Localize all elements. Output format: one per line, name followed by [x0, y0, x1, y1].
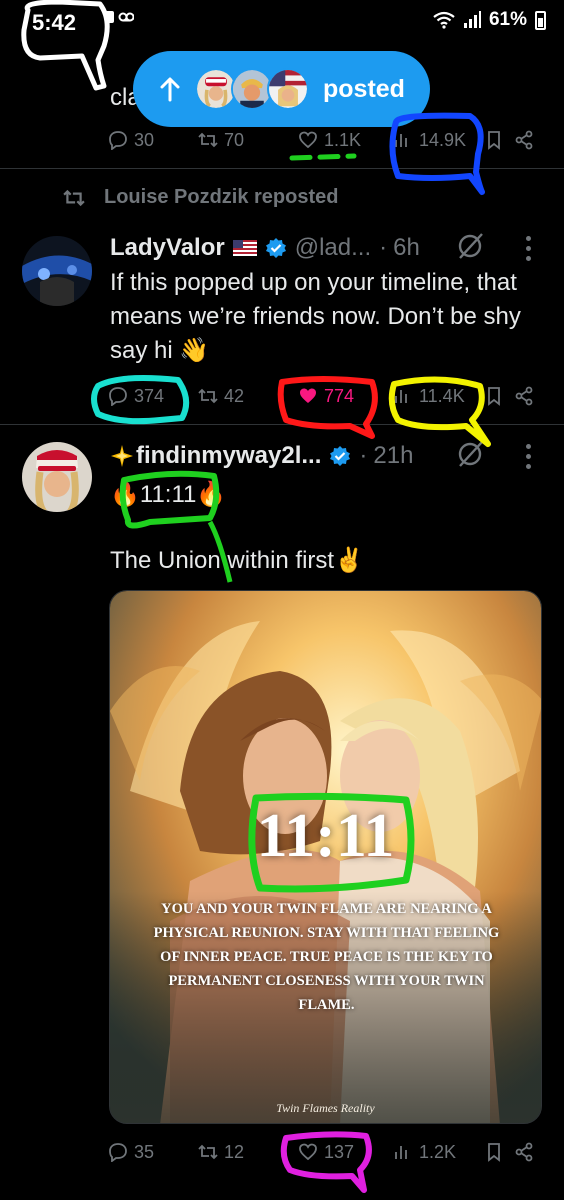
- status-bar: 5:42 61%: [0, 0, 564, 40]
- like-count: 1.1K: [324, 129, 362, 150]
- verified-badge-icon: [330, 446, 351, 466]
- repost-button[interactable]: 42: [198, 376, 244, 416]
- heart-icon: [299, 131, 317, 149]
- share-button[interactable]: [514, 120, 534, 160]
- repost-header-label: Louise Pozdzik reposted: [104, 186, 339, 208]
- pill-avatars: [195, 68, 309, 110]
- image-credit: Twin Flames Reality: [276, 1101, 375, 1115]
- tweet-text-line2: The Union within first✌️: [110, 547, 364, 574]
- new-posts-pill[interactable]: posted: [133, 51, 430, 127]
- like-button[interactable]: 774: [298, 376, 354, 416]
- signal-icon: [463, 11, 481, 28]
- us-flag-icon: [232, 240, 257, 256]
- share-icon: [515, 1142, 533, 1162]
- views-button[interactable]: 1.2K: [393, 1132, 456, 1172]
- tweet-time[interactable]: 21h: [373, 442, 413, 470]
- reply-count: 30: [134, 129, 155, 150]
- reply-icon: [109, 131, 127, 150]
- more-options-icon[interactable]: [526, 444, 532, 470]
- like-count: 137: [324, 1141, 355, 1162]
- arrow-up-icon: [160, 77, 180, 102]
- tweet-time[interactable]: 6h: [393, 234, 420, 262]
- repost-icon: [198, 388, 218, 404]
- tweet1-header: LadyValor @lad... · 6h: [110, 234, 420, 262]
- views-button[interactable]: 14.9K: [393, 120, 466, 160]
- author-name[interactable]: LadyValor: [110, 234, 225, 262]
- battery-icon: [535, 10, 546, 30]
- verified-badge-icon: [265, 238, 286, 258]
- separator-dot: ·: [379, 234, 388, 261]
- image-quote-text: YOU AND YOUR TWIN FLAME ARE NEARING A PH…: [153, 901, 500, 1013]
- share-icon: [515, 386, 533, 406]
- repost-count: 12: [224, 1141, 245, 1162]
- status-right: 61%: [433, 9, 546, 31]
- share-icon: [515, 130, 533, 150]
- reply-count: 374: [134, 385, 165, 406]
- reply-button[interactable]: 30: [108, 120, 154, 160]
- status-time: 5:42: [32, 10, 77, 35]
- notification-icons: [105, 11, 134, 23]
- views-icon: [395, 134, 407, 147]
- heart-icon: [299, 1143, 317, 1161]
- like-button[interactable]: 1.1K: [298, 120, 361, 160]
- more-options-icon[interactable]: [526, 236, 532, 262]
- wifi-icon: [433, 11, 455, 29]
- views-count: 1.2K: [419, 1141, 457, 1162]
- repost-icon: [198, 132, 218, 148]
- views-icon: [395, 390, 407, 403]
- tweet-text-line1: 🔥11:11🔥: [110, 481, 227, 508]
- bookmark-button[interactable]: [484, 120, 504, 160]
- bookmark-button[interactable]: [484, 1132, 504, 1172]
- avatar: [267, 68, 309, 110]
- tweet2-header: findinmyway2l... · 21h: [110, 442, 413, 470]
- grok-icon[interactable]: [456, 440, 484, 468]
- bookmark-icon: [488, 131, 500, 150]
- tweet2-actions: 35 12 137 1.2K: [108, 1132, 538, 1172]
- reply-icon: [109, 387, 127, 406]
- tweet-image[interactable]: 11:11 YOU AND YOUR TWIN FLAME ARE NEARIN…: [109, 590, 542, 1124]
- reply-button[interactable]: 35: [108, 1132, 154, 1172]
- author-name[interactable]: findinmyway2l...: [136, 442, 321, 470]
- views-count: 14.9K: [419, 129, 467, 150]
- tweet1-actions: 374 42 774 11.4K: [108, 376, 538, 416]
- repost-count: 42: [224, 385, 245, 406]
- reply-button[interactable]: 374: [108, 376, 164, 416]
- divider: [0, 168, 564, 169]
- author-handle[interactable]: @lad...: [295, 234, 371, 262]
- avatar[interactable]: [22, 236, 92, 306]
- sparkle-icon: [111, 445, 133, 467]
- avatar[interactable]: [22, 442, 92, 512]
- battery-percent: 61%: [488, 9, 527, 30]
- separator-dot: ·: [359, 442, 368, 469]
- bookmark-icon: [488, 1143, 500, 1162]
- reply-icon: [109, 1143, 127, 1162]
- image-clock-text: 11:11: [256, 802, 395, 870]
- top-tweet-actions: 30 70 1.1K 14.9K: [108, 120, 538, 160]
- repost-icon: [63, 189, 85, 206]
- repost-icon: [198, 1144, 218, 1160]
- like-button[interactable]: 137: [298, 1132, 354, 1172]
- divider: [0, 424, 564, 425]
- views-button[interactable]: 11.4K: [393, 376, 465, 416]
- pill-label: posted: [323, 74, 405, 103]
- repost-header[interactable]: Louise Pozdzik reposted: [62, 186, 338, 209]
- repost-count: 70: [224, 129, 245, 150]
- tweet-text: If this popped up on your timeline, that…: [110, 269, 521, 364]
- repost-button[interactable]: 12: [198, 1132, 244, 1172]
- repost-button[interactable]: 70: [198, 120, 244, 160]
- share-button[interactable]: [514, 1132, 534, 1172]
- bookmark-icon: [488, 387, 500, 406]
- share-button[interactable]: [514, 376, 534, 416]
- views-icon: [395, 1146, 407, 1159]
- reply-count: 35: [134, 1141, 155, 1162]
- like-count: 774: [324, 385, 355, 406]
- views-count: 11.4K: [419, 385, 465, 406]
- heart-filled-icon: [300, 388, 316, 403]
- grok-icon[interactable]: [456, 232, 484, 260]
- bookmark-button[interactable]: [484, 376, 504, 416]
